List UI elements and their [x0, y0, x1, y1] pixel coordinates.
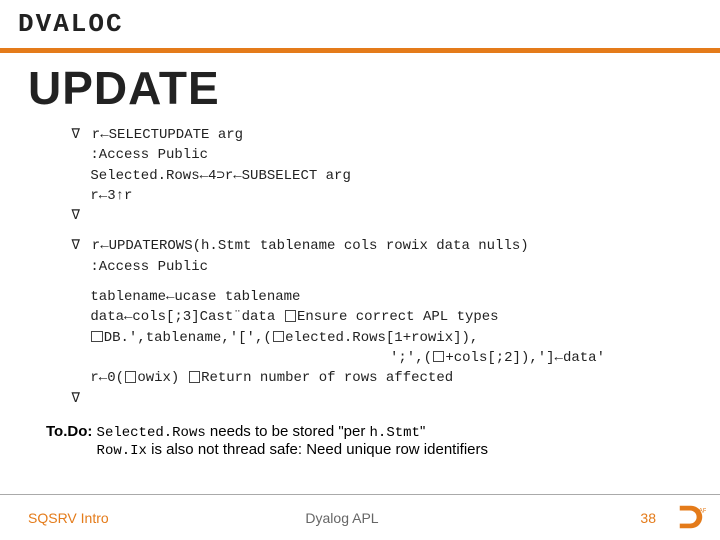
- code-block-1: ∇ r←SELECTUPDATE arg :Access Public Sele…: [68, 125, 692, 226]
- todo-code: Selected.Rows: [97, 425, 206, 441]
- page-title: UPDATE: [28, 61, 692, 115]
- code-block-2: ∇ r←UPDATEROWS(h.Stmt tablename cols row…: [68, 236, 692, 277]
- slide-body: UPDATE ∇ r←SELECTUPDATE arg :Access Publ…: [0, 53, 720, 459]
- code-line: ';',(+cols[;2]),']←data': [68, 348, 692, 368]
- code-line: r←0(owix) Return number of rows affected: [68, 368, 692, 388]
- dyalog-logo-icon: APL: [676, 502, 706, 532]
- todo-text: is also not thread safe: Need unique row…: [147, 441, 488, 458]
- todo-code: h.Stmt: [370, 425, 420, 441]
- brand-logo: DVALOC: [18, 9, 124, 39]
- code-line: Selected.Rows←4⊃r←SUBSELECT arg: [68, 166, 692, 186]
- del-close-icon: ∇: [68, 389, 83, 409]
- code-line: :Access Public: [68, 145, 692, 165]
- todo-code: Row.Ix: [97, 443, 147, 459]
- code-line: r←3↑r: [68, 186, 692, 206]
- code-line: DB.',tablename,'[',(elected.Rows[1+rowix…: [68, 328, 692, 348]
- todo-label: To.Do:: [46, 423, 92, 440]
- code-line: r←SELECTUPDATE arg: [83, 127, 243, 143]
- topbar: DVALOC: [0, 0, 720, 48]
- glyph-box-icon: [189, 371, 200, 382]
- del-close-icon: ∇: [68, 206, 83, 226]
- glyph-box-icon: [273, 331, 284, 342]
- code-line: tablename←ucase tablename: [68, 287, 692, 307]
- code-line: data←cols[;3]Cast¨data Ensure correct AP…: [68, 307, 692, 327]
- code-block-3: tablename←ucase tablename data←cols[;3]C…: [68, 287, 692, 409]
- svg-text:APL: APL: [699, 507, 707, 514]
- todo-text: ": [420, 423, 425, 440]
- glyph-box-icon: [285, 310, 296, 321]
- glyph-box-icon: [433, 351, 444, 362]
- glyph-box-icon: [125, 371, 136, 382]
- footer-center: Dyalog APL: [237, 510, 446, 526]
- footer-left: SQSRV Intro: [0, 510, 237, 526]
- todo-block: To.Do: Selected.Rows needs to be stored …: [46, 423, 692, 459]
- todo-text: needs to be stored "per: [206, 423, 370, 440]
- del-open-icon: ∇: [68, 125, 83, 145]
- del-open-icon: ∇: [68, 236, 83, 256]
- code-line: r←UPDATEROWS(h.Stmt tablename cols rowix…: [83, 238, 528, 254]
- code-line: :Access Public: [68, 257, 692, 277]
- footer: SQSRV Intro Dyalog APL 38: [0, 494, 720, 540]
- glyph-box-icon: [91, 331, 102, 342]
